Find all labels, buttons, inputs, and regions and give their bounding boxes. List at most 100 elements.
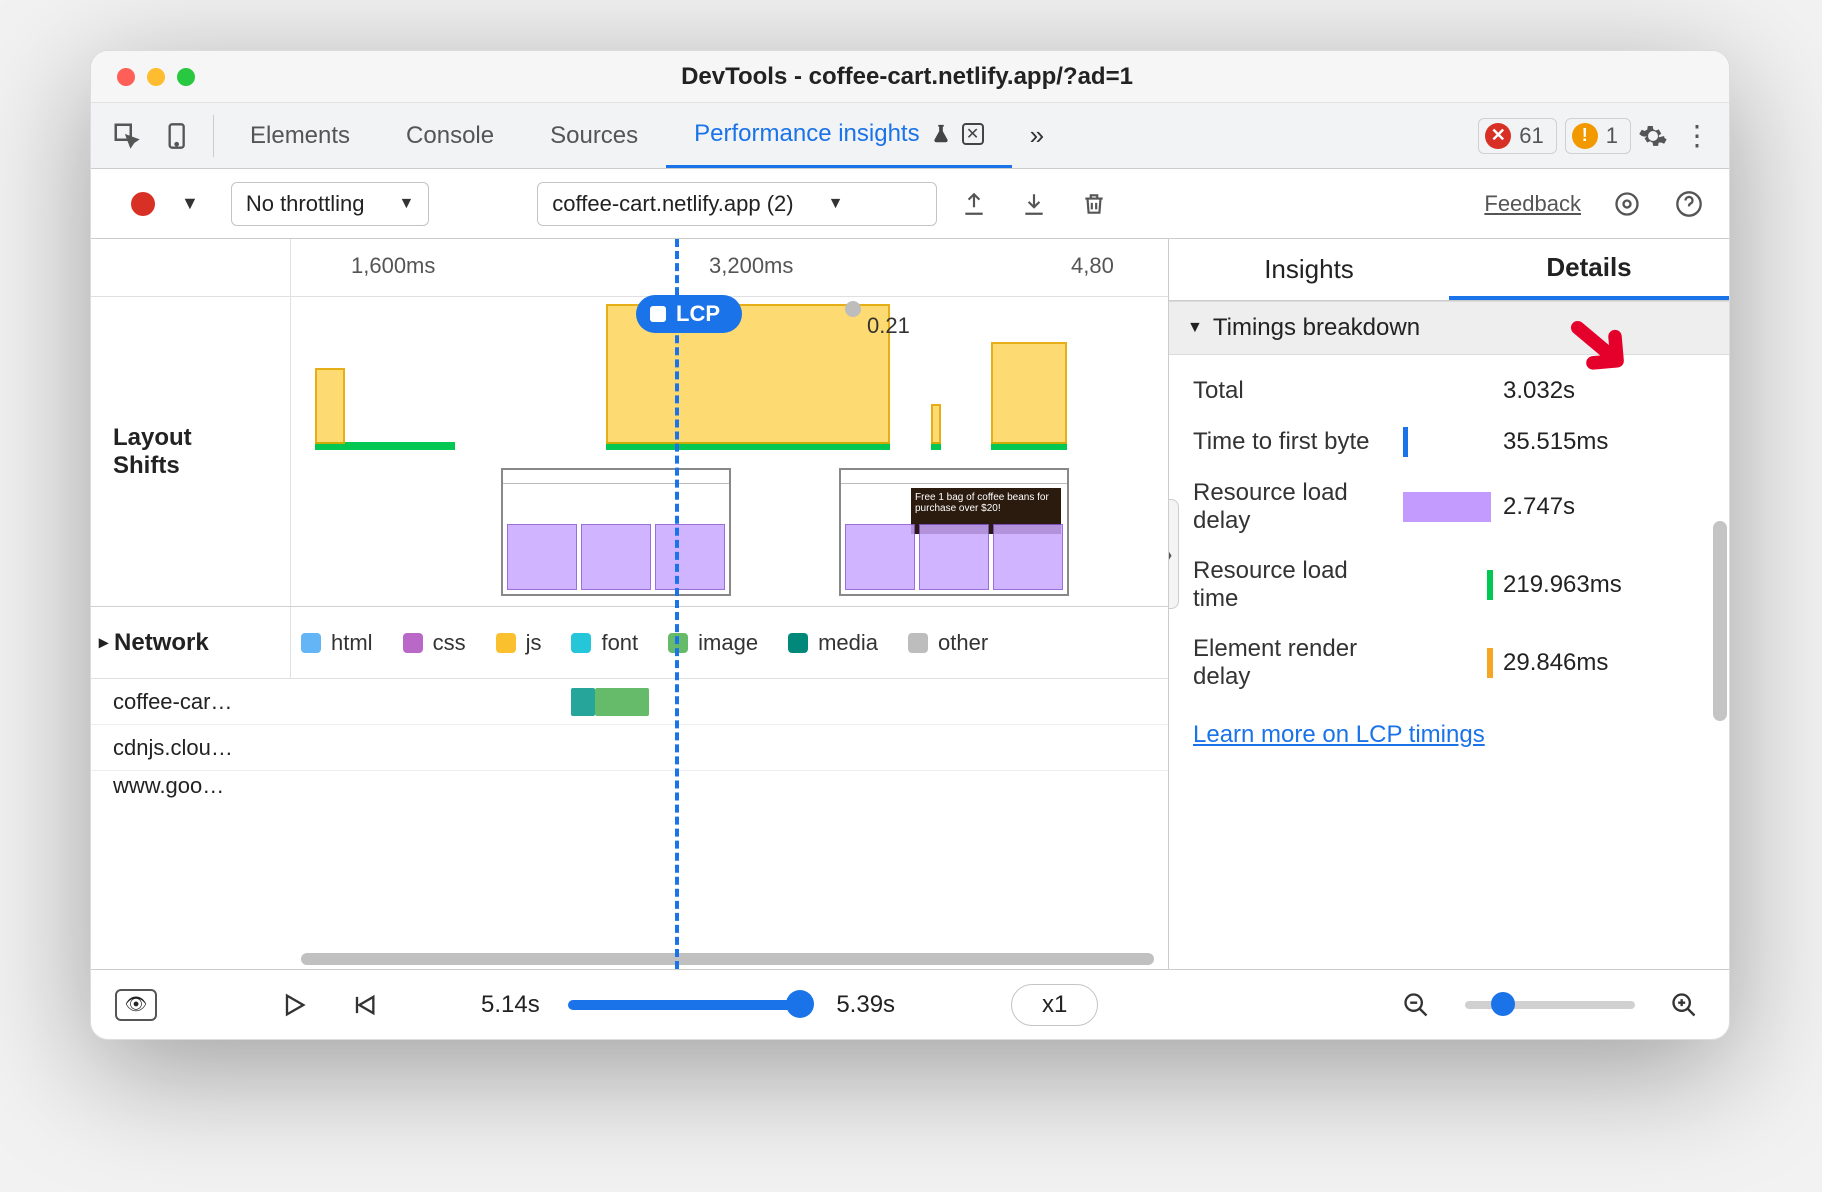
screenshot-thumbnail[interactable]: Free 1 bag of coffee beans for purchase … — [839, 468, 1069, 596]
network-label[interactable]: ▸ Network — [91, 607, 291, 678]
cls-dot[interactable] — [845, 301, 861, 317]
window-title: DevTools - coffee-cart.netlify.app/?ad=1 — [195, 63, 1619, 91]
tab-sources[interactable]: Sources — [522, 103, 666, 168]
minimize-window-button[interactable] — [147, 68, 165, 86]
tab-details[interactable]: Details — [1449, 239, 1729, 300]
row-label: Layout Shifts — [91, 297, 291, 606]
tab-label: Console — [406, 122, 494, 150]
timings-table: Total3.032s Time to first byte35.515ms R… — [1169, 355, 1729, 713]
metric-key: Resource load time — [1193, 557, 1393, 613]
warning-count-pill[interactable]: ! 1 — [1565, 118, 1631, 154]
shift-bar[interactable] — [991, 342, 1067, 444]
seek-slider[interactable] — [568, 1000, 809, 1010]
metric-bar — [1487, 570, 1493, 600]
network-row[interactable]: www.goo… — [91, 771, 1168, 817]
vertical-scrollbar[interactable] — [1713, 311, 1727, 959]
zoom-slider[interactable] — [1465, 1001, 1635, 1009]
export-icon[interactable] — [951, 191, 997, 217]
timeline-pane[interactable]: 1,600ms 3,200ms 4,80 LCP Layout Shifts — [91, 239, 1169, 969]
warning-count: 1 — [1606, 123, 1618, 149]
record-button[interactable] — [131, 192, 155, 216]
legend-html: html — [331, 630, 373, 656]
delete-icon[interactable] — [1071, 189, 1117, 219]
inspect-element-icon[interactable] — [101, 110, 153, 162]
slider-knob[interactable] — [786, 990, 814, 1018]
devtools-window: DevTools - coffee-cart.netlify.app/?ad=1… — [90, 50, 1730, 1040]
preview-icon[interactable]: 👁 — [115, 989, 157, 1021]
device-toolbar-icon[interactable] — [153, 110, 205, 162]
metric-key: Element render delay — [1193, 635, 1393, 691]
legend-js: js — [526, 630, 542, 656]
legend-image: image — [698, 630, 758, 656]
chevron-down-icon: ▼ — [398, 195, 414, 213]
timings-breakdown-header[interactable]: ▼ Timings breakdown — [1169, 301, 1729, 355]
close-tab-icon[interactable]: ✕ — [962, 123, 984, 145]
metric-value: 35.515ms — [1503, 428, 1705, 456]
panel-settings-icon[interactable] — [1603, 190, 1651, 218]
tab-label: Elements — [250, 122, 350, 150]
target-select[interactable]: coffee-cart.netlify.app (2) ▼ — [537, 182, 937, 226]
warning-icon: ! — [1572, 123, 1598, 149]
play-button[interactable] — [273, 984, 315, 1026]
metric-bar — [1403, 492, 1491, 522]
network-row[interactable]: cdnjs.clou… — [91, 725, 1168, 771]
error-count-pill[interactable]: ✕ 61 — [1478, 118, 1556, 154]
more-menu-icon[interactable]: ⋮ — [1675, 119, 1719, 152]
network-row[interactable]: coffee-car… — [91, 679, 1168, 725]
body: 1,600ms 3,200ms 4,80 LCP Layout Shifts — [91, 239, 1729, 969]
details-pane: ❯ Insights Details ➜ ▼ Timings breakdown… — [1169, 239, 1729, 969]
metric-bar — [1487, 648, 1493, 678]
window-controls — [117, 68, 195, 86]
tab-elements[interactable]: Elements — [222, 103, 378, 168]
tab-label: Details — [1546, 252, 1631, 283]
time-ruler[interactable]: 1,600ms 3,200ms 4,80 — [91, 239, 1168, 297]
legend-media: media — [818, 630, 878, 656]
tab-performance-insights[interactable]: Performance insights ✕ — [666, 103, 1011, 168]
metric-value: 29.846ms — [1503, 649, 1705, 677]
shift-bar[interactable] — [931, 404, 941, 444]
screenshot-thumbnail[interactable] — [501, 468, 731, 596]
metric-key: Resource load delay — [1193, 479, 1393, 535]
total-time: 5.39s — [836, 991, 895, 1019]
request-bar[interactable] — [595, 688, 649, 716]
feedback-link[interactable]: Feedback — [1484, 191, 1581, 217]
metric-bar — [1403, 427, 1408, 457]
zoom-out-button[interactable] — [1395, 984, 1437, 1026]
record-options-icon[interactable]: ▼ — [181, 193, 199, 214]
tab-console[interactable]: Console — [378, 103, 522, 168]
slider-knob[interactable] — [1491, 992, 1515, 1016]
learn-more-link[interactable]: Learn more on LCP timings — [1193, 721, 1705, 749]
lcp-label: LCP — [676, 301, 720, 327]
help-icon[interactable] — [1665, 190, 1713, 218]
shift-bar[interactable] — [315, 368, 345, 444]
horizontal-scrollbar[interactable] — [301, 953, 1154, 965]
lcp-marker-badge[interactable]: LCP — [636, 295, 742, 333]
zoom-window-button[interactable] — [177, 68, 195, 86]
error-count: 61 — [1519, 123, 1543, 149]
layout-shifts-row: Layout Shifts 0.21 — [91, 297, 1168, 607]
request-bar[interactable] — [571, 688, 595, 716]
recording-toolbar: ▼ No throttling ▼ coffee-cart.netlify.ap… — [91, 169, 1729, 239]
ruler-tick: 4,80 — [1071, 253, 1114, 279]
tab-label: Performance insights — [694, 120, 919, 148]
metric-key: Total — [1193, 377, 1393, 405]
tab-label: Sources — [550, 122, 638, 150]
throttling-select[interactable]: No throttling ▼ — [231, 182, 429, 226]
metric-value: 3.032s — [1503, 377, 1705, 405]
close-window-button[interactable] — [117, 68, 135, 86]
seek-start-button[interactable] — [343, 984, 385, 1026]
caret-right-icon: ▸ — [99, 632, 108, 653]
more-tabs-icon[interactable]: » — [1012, 120, 1062, 151]
legend-other: other — [938, 630, 988, 656]
chevron-down-icon: ▼ — [828, 195, 844, 213]
metric-value: 219.963ms — [1503, 571, 1705, 599]
tab-insights[interactable]: Insights — [1169, 239, 1449, 300]
settings-icon[interactable] — [1631, 121, 1675, 151]
collapse-pane-icon[interactable]: ❯ — [1169, 499, 1179, 609]
playback-rate-button[interactable]: x1 — [1011, 984, 1098, 1026]
zoom-in-button[interactable] — [1663, 984, 1705, 1026]
import-icon[interactable] — [1011, 191, 1057, 217]
playback-footer: 👁 5.14s 5.39s x1 — [91, 969, 1729, 1039]
layout-shifts-track[interactable]: 0.21 Free 1 bag of coffee beans for purc… — [291, 297, 1168, 606]
network-header-row: ▸ Network html css js font image media o… — [91, 607, 1168, 679]
